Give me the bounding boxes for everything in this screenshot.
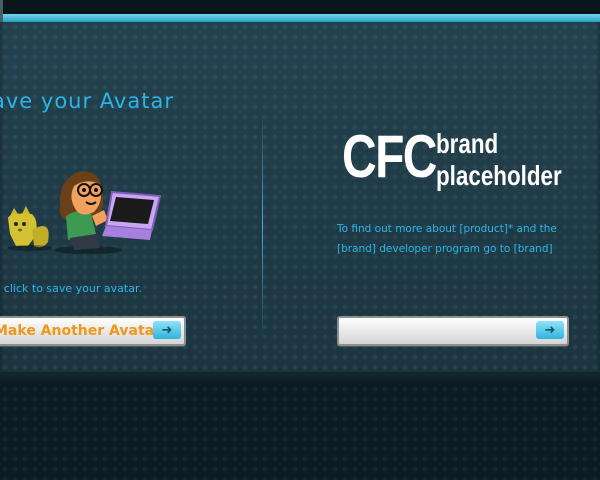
brand-word-line2: placeholder	[436, 160, 562, 191]
make-another-avatar-label: Make Another Avatar	[0, 323, 161, 339]
avatar-illustration	[8, 171, 162, 254]
arrow-right-icon: ➜	[153, 321, 181, 339]
background-footer	[0, 384, 600, 480]
top-accent-strip	[0, 14, 600, 22]
brand-cfc-mark: CFC	[342, 123, 437, 190]
arrow-right-icon: ➜	[536, 321, 564, 339]
brand-link-button[interactable]: ➜	[337, 316, 569, 346]
brand-word-line1: brand	[436, 128, 499, 159]
brand-info-text: To find out more about [product]* and th…	[337, 219, 597, 259]
brand-info-line1: To find out more about [product]* and th…	[337, 223, 557, 235]
save-instruction-text: t click to save your avatar.	[0, 282, 142, 295]
make-another-avatar-button[interactable]: Make Another Avatar ➜	[0, 316, 186, 346]
pet-creature	[8, 206, 52, 251]
panel-bottom-edge	[0, 372, 600, 384]
top-bar	[0, 0, 600, 14]
panel-divider	[262, 110, 263, 340]
brand-info-line2: [brand] developer program go to [brand]	[337, 243, 553, 255]
laptop	[102, 190, 162, 240]
save-avatar-title: ave your Avatar	[0, 89, 174, 113]
